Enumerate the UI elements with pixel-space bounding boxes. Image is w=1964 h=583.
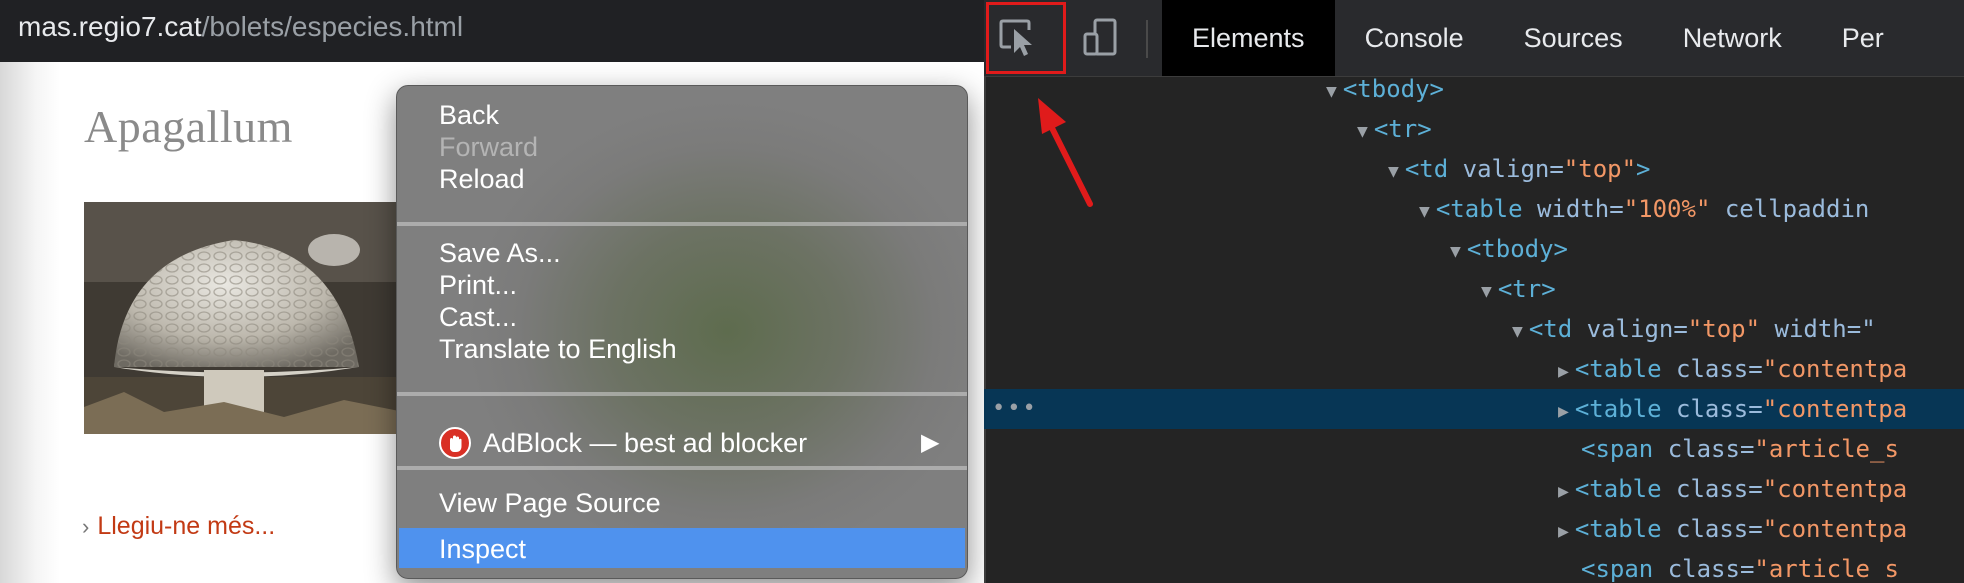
node-tag: <span: [1581, 555, 1654, 583]
read-more-link[interactable]: › Llegiu-ne més...: [82, 512, 275, 541]
dom-node[interactable]: ▼ <tbody>: [984, 229, 1964, 269]
node-tag: <table: [1574, 515, 1662, 543]
toolbar-separator: [1146, 20, 1148, 58]
node-attr: width=: [1522, 195, 1624, 223]
node-attr-value: "top": [1563, 155, 1637, 183]
menu-item-inspect[interactable]: Inspect: [439, 530, 526, 568]
expand-triangle-icon[interactable]: ▼: [1388, 161, 1399, 182]
node-tag: <td: [1404, 155, 1449, 183]
node-attr: cellpaddin: [1710, 195, 1870, 223]
devtools-toolbar: Elements Console Sources Network Per: [984, 0, 1964, 77]
node-tag: <tr>: [1497, 275, 1556, 303]
devtools-panel: Elements Console Sources Network Per ▼ <t…: [984, 0, 1964, 583]
url-host: mas.regio7.cat: [18, 11, 202, 42]
node-attr: valign=: [1572, 315, 1688, 343]
tab-sources[interactable]: Sources: [1494, 0, 1653, 76]
article-title: Apagallum: [84, 101, 293, 152]
menu-item-translate[interactable]: Translate to English: [439, 330, 677, 368]
menu-item-adblock[interactable]: AdBlock — best ad blocker: [483, 424, 807, 462]
chevron-right-icon: ›: [82, 514, 90, 539]
expand-triangle-icon[interactable]: ▼: [1357, 121, 1368, 142]
node-attr: class=: [1661, 475, 1763, 503]
expand-triangle-icon[interactable]: ▼: [1450, 241, 1461, 262]
tab-elements[interactable]: Elements: [1162, 0, 1335, 76]
dom-node[interactable]: ▶ <table class="contentpa: [984, 509, 1964, 549]
context-menu: Back Forward Reload Save As... Print... …: [396, 85, 968, 579]
tab-network[interactable]: Network: [1653, 0, 1812, 76]
node-tag: <span: [1581, 435, 1654, 463]
node-attr: class=: [1661, 355, 1763, 383]
node-attr-value: "contentpa: [1762, 475, 1908, 503]
node-attr: class=: [1661, 515, 1763, 543]
node-tag: <tr>: [1373, 115, 1432, 143]
menu-separator: [397, 466, 967, 470]
node-tag: <table: [1435, 195, 1523, 223]
url-text[interactable]: mas.regio7.cat/bolets/especies.html: [18, 10, 463, 44]
expand-triangle-icon[interactable]: ▼: [1512, 321, 1523, 342]
collapsed-triangle-icon[interactable]: ▶: [1558, 401, 1569, 422]
adblock-hand-icon: [439, 427, 471, 459]
node-tag: <table: [1574, 355, 1662, 383]
address-bar[interactable]: mas.regio7.cat/bolets/especies.html: [0, 0, 984, 62]
dom-node[interactable]: ▼ <td valign="top" width=": [984, 309, 1964, 349]
menu-separator: [397, 392, 967, 396]
node-attr-value: "article s: [1754, 555, 1899, 583]
device-toolbar-icon: [1083, 18, 1117, 56]
devtools-tabs: Elements Console Sources Network Per: [1162, 0, 1914, 76]
dom-node[interactable]: ▶ <table class="contentpa: [984, 349, 1964, 389]
mushroom-photo: [84, 202, 404, 434]
read-more-label: Llegiu-ne més...: [97, 512, 276, 540]
device-toolbar-button[interactable]: [1072, 8, 1132, 68]
node-attr: width=": [1760, 315, 1876, 343]
collapsed-triangle-icon[interactable]: ▶: [1558, 481, 1569, 502]
node-attr-value: "top": [1687, 315, 1761, 343]
collapsed-triangle-icon[interactable]: ▶: [1558, 361, 1569, 382]
tab-console[interactable]: Console: [1335, 0, 1494, 76]
node-tag: <table: [1574, 475, 1662, 503]
dom-node[interactable]: ▼ <tr>: [984, 109, 1964, 149]
dom-node[interactable]: ▼ <tr>: [984, 269, 1964, 309]
expand-triangle-icon[interactable]: ▼: [1481, 281, 1492, 302]
more-options-icon[interactable]: •••: [992, 389, 1038, 429]
node-tag: <table: [1574, 395, 1662, 423]
node-attr-value: "contentpa: [1762, 395, 1908, 423]
node-attr: valign=: [1448, 155, 1564, 183]
expand-triangle-icon[interactable]: ▼: [1419, 201, 1430, 222]
node-attr-value: "contentpa: [1762, 355, 1908, 383]
annotation-arrow-icon: [1038, 98, 1093, 207]
node-tag: >: [1636, 155, 1651, 183]
node-attr-value: "article_s: [1754, 435, 1899, 463]
node-attr: class=: [1653, 435, 1755, 463]
menu-item-view-source[interactable]: View Page Source: [439, 484, 661, 522]
annotation-highlight-box: [986, 2, 1066, 74]
node-attr: class=: [1653, 555, 1755, 583]
node-tag: <td: [1528, 315, 1573, 343]
dom-node[interactable]: ▼ <td valign="top">: [984, 149, 1964, 189]
dom-node-selected[interactable]: ••• ▶ <table class="contentpa: [984, 389, 1964, 429]
tab-performance[interactable]: Per: [1812, 0, 1914, 76]
node-attr-value: "100%": [1623, 195, 1711, 223]
browser-viewport: mas.regio7.cat/bolets/especies.html Apag…: [0, 0, 984, 583]
node-tag: <tbody>: [1466, 235, 1568, 263]
node-attr-value: "contentpa: [1762, 515, 1908, 543]
menu-item-reload[interactable]: Reload: [439, 160, 525, 198]
dom-node[interactable]: ▼ <tbody>: [984, 69, 1964, 109]
dom-node[interactable]: ▼ <table width="100%" cellpaddin: [984, 189, 1964, 229]
node-tag: <tbody>: [1342, 75, 1444, 103]
dom-node[interactable]: ▶ <table class="contentpa: [984, 469, 1964, 509]
url-path: /bolets/especies.html: [201, 11, 464, 42]
collapsed-triangle-icon[interactable]: ▶: [1558, 521, 1569, 542]
dom-node[interactable]: <span class="article s: [984, 549, 1964, 583]
submenu-arrow-icon: ▶: [921, 429, 940, 456]
expand-triangle-icon[interactable]: ▼: [1326, 81, 1337, 102]
menu-separator: [397, 222, 967, 226]
dom-node[interactable]: <span class="article_s: [984, 429, 1964, 469]
node-attr: class=: [1661, 395, 1763, 423]
